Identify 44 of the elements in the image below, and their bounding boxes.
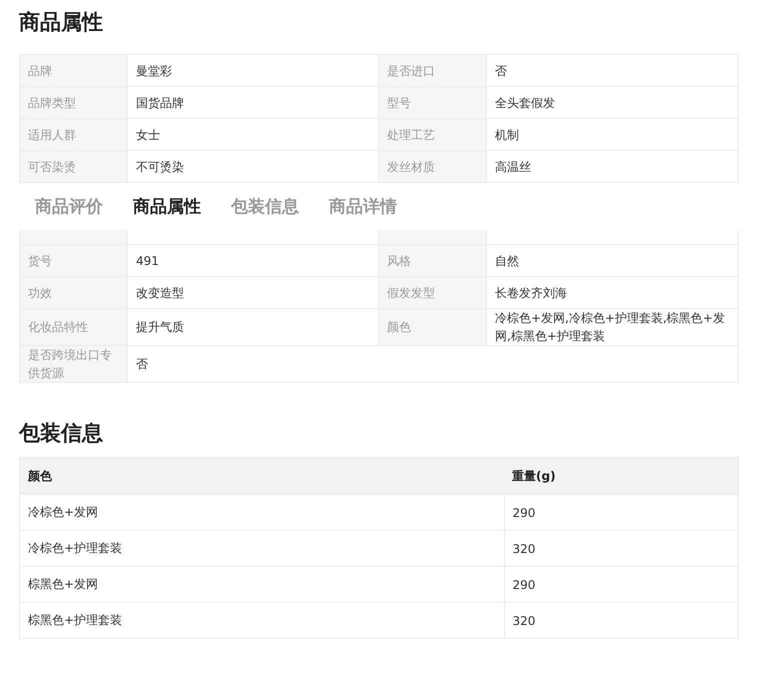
attribute-label: 颜色 — [378, 308, 486, 346]
table-cell: 290 — [504, 566, 738, 602]
attribute-value: 否 — [128, 346, 738, 382]
attribute-value: 全头套假发 — [486, 86, 738, 118]
attribute-label: 假发发型 — [378, 276, 486, 308]
tab[interactable]: 商品详情 — [313, 194, 411, 218]
table-cell: 棕黑色+发网 — [20, 566, 504, 602]
attribute-label: 适用人群 — [20, 118, 128, 150]
attribute-value: 否 — [486, 54, 738, 86]
attribute-label: 处理工艺 — [378, 118, 486, 150]
column-header: 重量(g) — [504, 458, 738, 494]
attribute-value: 国货品牌 — [128, 86, 378, 118]
table-cell: 320 — [504, 530, 738, 566]
attribute-value: 491 — [128, 244, 378, 276]
section-title: 商品属性 — [19, 9, 104, 36]
attribute-label: 可否染烫 — [20, 150, 128, 182]
attribute-label: 品牌 — [20, 54, 128, 86]
attribute-label: 是否跨境出口专供货源 — [20, 346, 128, 382]
table-cell: 320 — [504, 602, 738, 638]
table-cell: 冷棕色+发网 — [20, 494, 504, 530]
attribute-value: 提升气质 — [128, 308, 378, 346]
tab[interactable]: 商品属性 — [117, 194, 215, 218]
attribute-value: 改变造型 — [128, 276, 378, 308]
attribute-value: 曼堂彩 — [128, 54, 378, 86]
column-header: 颜色 — [20, 458, 504, 494]
table-cell: 冷棕色+护理套装 — [20, 530, 504, 566]
table-cell: 290 — [504, 494, 738, 530]
tab[interactable]: 包装信息 — [215, 194, 313, 218]
table-cell: 棕黑色+护理套装 — [20, 602, 504, 638]
attribute-label: 是否进口 — [378, 54, 486, 86]
section-title: 包装信息 — [19, 420, 104, 447]
tab[interactable]: 商品评价 — [19, 194, 117, 218]
attribute-label: 化妆品特性 — [20, 308, 128, 346]
attribute-value: 自然 — [486, 244, 738, 276]
attribute-label: 货号 — [20, 244, 128, 276]
attribute-value: 机制 — [486, 118, 738, 150]
attribute-label: 发丝材质 — [378, 150, 486, 182]
attribute-value: 冷棕色+发网,冷棕色+护理套装,棕黑色+发网,棕黑色+护理套装 — [486, 308, 738, 346]
attribute-label: 型号 — [378, 86, 486, 118]
attribute-label: 功效 — [20, 276, 128, 308]
attribute-label: 风格 — [378, 244, 486, 276]
attribute-value: 女士 — [128, 118, 378, 150]
attribute-value: 长卷发齐刘海 — [486, 276, 738, 308]
attribute-label: 品牌类型 — [20, 86, 128, 118]
